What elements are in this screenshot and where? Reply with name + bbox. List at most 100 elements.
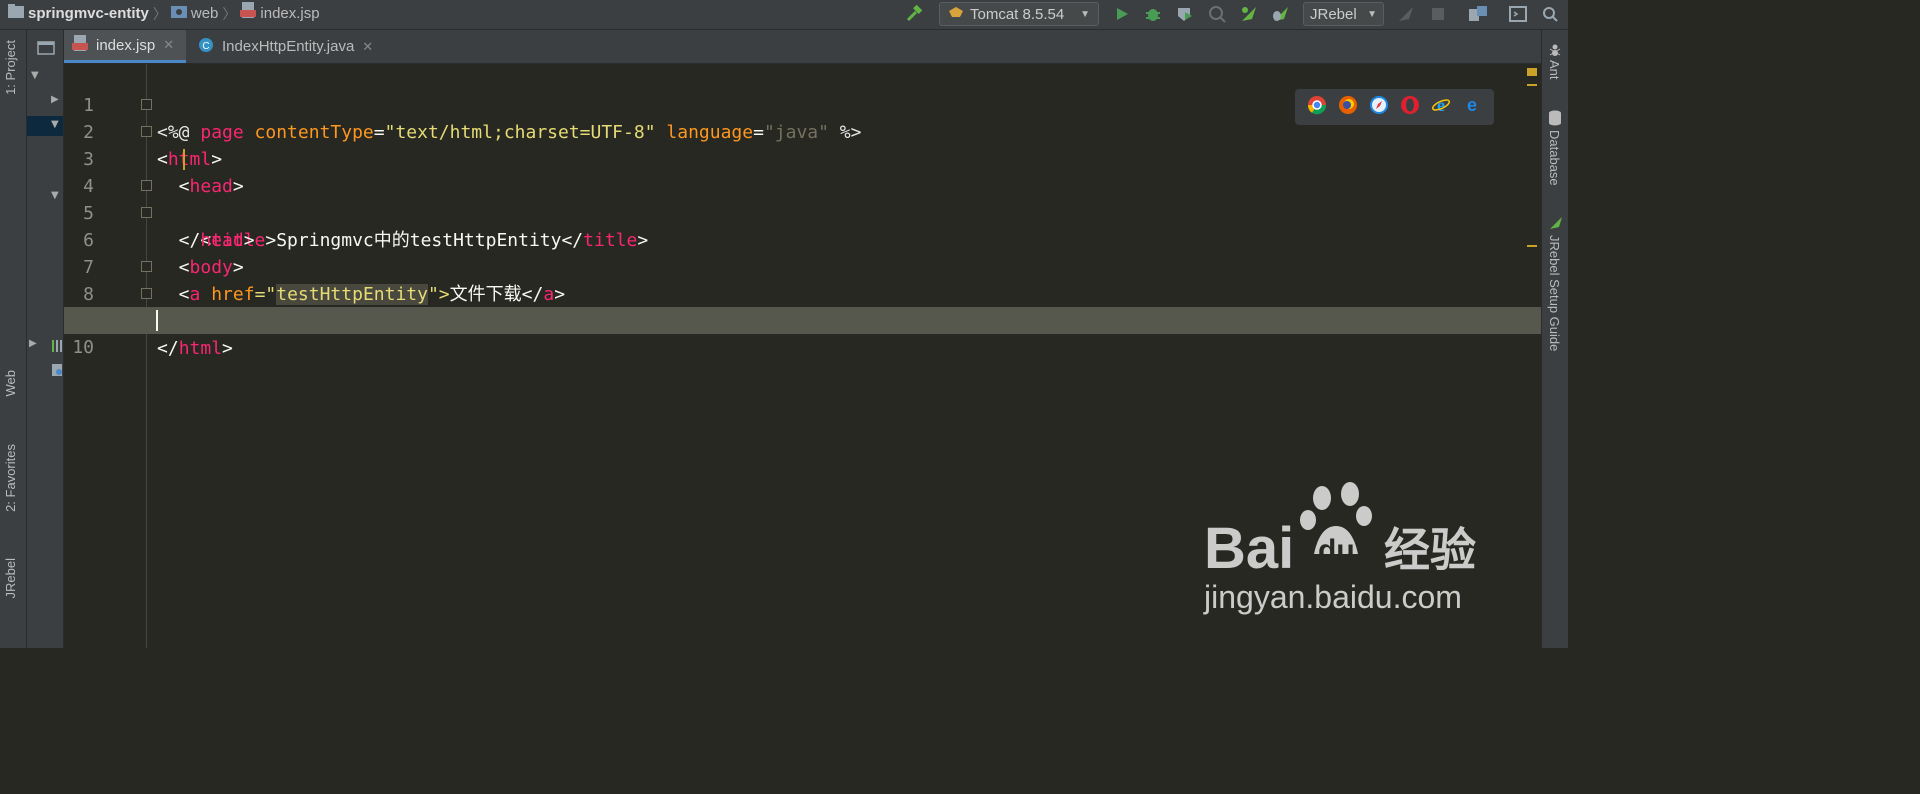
code-line[interactable]: 8 </body> [64,254,1541,332]
fold-marker-icon[interactable] [141,261,152,272]
tab-project[interactable]: 1: Project [3,40,18,95]
jrebel-run-icon[interactable] [1239,4,1259,24]
text-caret [156,310,158,331]
scratch-icon [51,362,63,381]
folder-icon [8,1,24,27]
project-structure-icon[interactable] [1468,4,1488,24]
chevron-right-icon: 〉 [152,6,167,22]
tomcat-icon [948,5,964,23]
tab-jrebel-setup-guide[interactable]: JRebel Setup Guide [1547,235,1562,351]
java-class-icon: C [198,37,214,57]
project-panel: ▼ ▶ ▼ ▼ ▶ [27,30,64,648]
tree-expand-icon[interactable]: ▼ [31,70,39,81]
firefox-icon[interactable] [1338,95,1358,119]
search-icon[interactable] [1540,4,1560,24]
safari-icon[interactable] [1369,95,1389,119]
terminal-icon[interactable] [1508,4,1528,24]
project-tab-label: 1: Project [3,40,18,95]
jsp-file-icon [240,1,257,27]
debug-icon[interactable] [1143,4,1163,24]
token: </ [157,338,179,359]
tab-ant[interactable]: Ant [1547,60,1562,80]
close-icon[interactable]: ✕ [362,39,373,55]
ant-icon [1548,42,1562,61]
open-in-browser-bar: e e [1295,89,1494,125]
line-number: 10 [72,337,94,358]
tree-collapse-icon[interactable]: ▶ [29,338,37,349]
jsp-file-icon [72,35,88,55]
inspection-marker[interactable] [1527,245,1537,247]
update-icon[interactable] [1396,4,1416,24]
tree-expand-icon[interactable]: ▼ [51,119,59,130]
svg-text:du: du [1318,534,1355,567]
jrebel-debug-icon[interactable] [1271,4,1291,24]
svg-text:e: e [1437,95,1445,115]
indent-guide [183,149,185,170]
tab-web[interactable]: Web [3,370,18,397]
tree-collapse-icon[interactable]: ▶ [51,94,59,105]
inspection-marker[interactable] [1527,68,1537,76]
fold-marker-icon[interactable] [141,180,152,191]
fold-marker-icon[interactable] [141,207,152,218]
code-line[interactable]: 7 <a href="testHttpEntity">文件下载</a> [64,227,1541,305]
close-icon[interactable]: ✕ [163,37,174,53]
breadcrumb-project[interactable]: springmvc-entity [28,1,149,27]
svg-text:jingyan.baidu.com: jingyan.baidu.com [1203,579,1462,615]
code-line[interactable]: 1 <%@ page contentType="text/html;charse… [64,65,1541,143]
svg-text:C: C [202,41,209,52]
navigation-toolbar: springmvc-entity 〉 web 〉 index.jsp Tomca… [0,0,1568,30]
panel-layout-icon[interactable] [37,40,55,59]
code-text: </html> [157,335,233,362]
tab-indexhttpentity-java[interactable]: C IndexHttpEntity.java ✕ [190,30,402,63]
breadcrumb: springmvc-entity 〉 web 〉 index.jsp [8,0,320,28]
inspection-marker[interactable] [1527,84,1537,86]
breadcrumb-file[interactable]: index.jsp [260,1,319,27]
code-line[interactable]: 6 <body> [64,200,1541,278]
database-icon [1548,110,1562,130]
code-line[interactable]: 4 <title>Springmvc中的testHttpEntity</titl… [64,146,1541,251]
web-tab-label: Web [3,370,18,397]
tab-label: index.jsp [96,36,156,54]
favorites-tab-label: 2: Favorites [3,444,18,512]
ie-icon[interactable]: e [1431,95,1451,119]
jrebel-tab-label: JRebel [3,558,18,599]
breadcrumb-folder[interactable]: web [191,1,219,27]
stop-icon[interactable] [1428,4,1448,24]
jrebel-guide-tab-label: JRebel Setup Guide [1547,235,1562,352]
tab-jrebel[interactable]: JRebel [3,558,18,598]
jrebel-select-label: JRebel [1310,5,1357,23]
baidu-logo: Bai du 经验 jingyan.baidu.com [1203,482,1476,615]
run-icon[interactable] [1112,4,1132,24]
svg-text:经验: 经验 [1384,523,1476,577]
coverage-icon[interactable] [1175,4,1195,24]
fold-marker-icon[interactable] [141,288,152,299]
chevron-down-icon: ▼ [1367,8,1377,20]
right-tool-strip: Ant Database JRebel Setup Guide [1541,30,1568,648]
opera-icon[interactable] [1400,95,1420,119]
tree-expand-icon[interactable]: ▼ [51,190,59,201]
tab-label: IndexHttpEntity.java [222,38,355,55]
code-line[interactable]: 9 </html> [64,281,1541,359]
tab-database[interactable]: Database [1547,130,1562,186]
fold-marker-icon[interactable] [141,126,152,137]
chrome-icon[interactable] [1307,95,1327,119]
svg-text:e: e [1467,95,1477,115]
jrebel-select[interactable]: JRebel ▼ [1303,2,1384,26]
run-config-label: Tomcat 8.5.54 [970,5,1065,23]
build-hammer-icon[interactable] [904,4,924,24]
library-icon [51,338,63,357]
tab-favorites[interactable]: 2: Favorites [3,444,18,512]
token: html [178,338,223,359]
token: > [222,338,233,359]
code-line[interactable]: 5 </head> [64,173,1541,251]
chevron-right-icon: 〉 [222,6,237,22]
database-tab-label: Database [1547,130,1562,186]
jrebel-icon [1548,215,1564,235]
current-code-line[interactable]: 10 [64,307,1541,358]
run-config-select[interactable]: Tomcat 8.5.54 ▼ [939,2,1099,26]
edge-icon[interactable]: e [1462,95,1482,119]
fold-marker-icon[interactable] [141,99,152,110]
profiler-icon[interactable] [1207,4,1227,24]
tab-index-jsp[interactable]: index.jsp ✕ [64,30,186,63]
svg-text:Bai: Bai [1204,516,1294,581]
